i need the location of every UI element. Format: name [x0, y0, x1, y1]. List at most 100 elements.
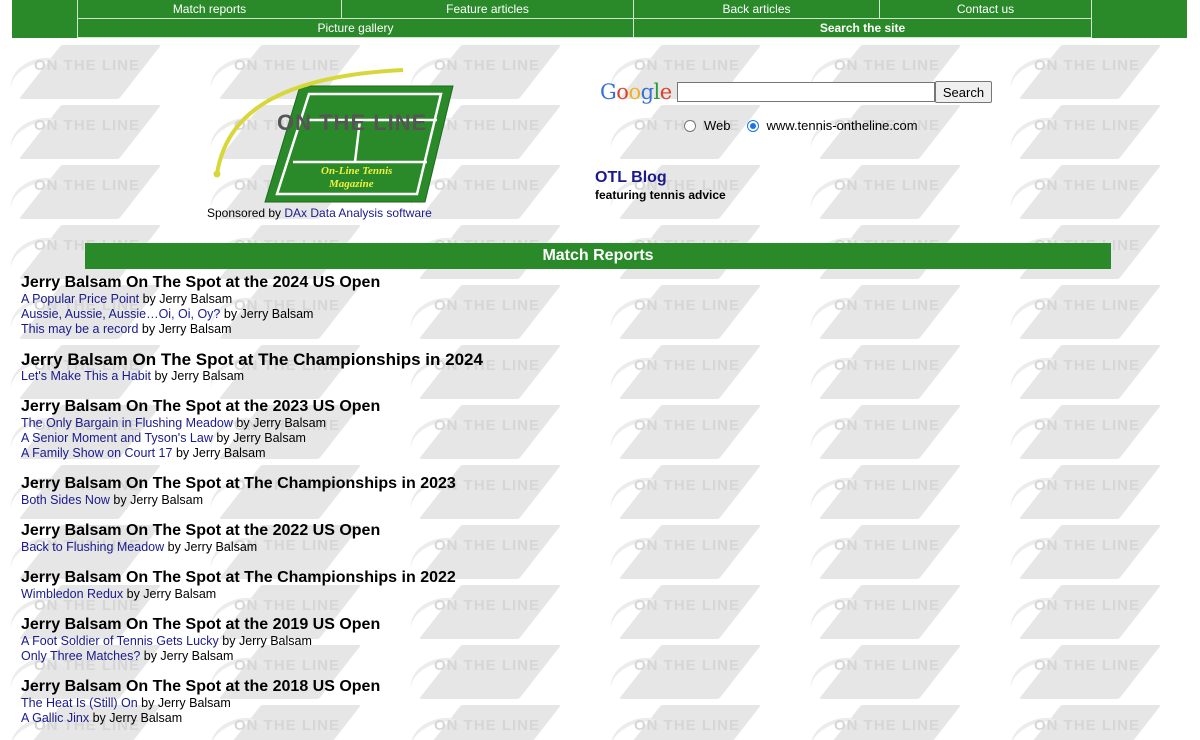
sponsor-line: Sponsored by DAx Data Analysis software — [207, 206, 432, 220]
article-link[interactable]: The Only Bargain in Flushing Meadow — [21, 416, 233, 430]
article-author: by Jerry Balsam — [138, 322, 232, 336]
watermark-logo: ON THE LINE — [800, 703, 962, 740]
article-link[interactable]: A Senior Moment and Tyson's Law — [21, 431, 213, 445]
watermark-logo: ON THE LINE — [0, 163, 162, 232]
article-link[interactable]: A Family Show on Court 17 — [21, 446, 172, 460]
article-author: by Jerry Balsam — [109, 493, 204, 507]
search-button[interactable]: Search — [935, 81, 992, 103]
article-item: Aussie, Aussie, Aussie…Oi, Oi, Oy? by Je… — [21, 307, 721, 322]
watermark-logo: ON THE LINE — [1000, 283, 1162, 352]
article-link[interactable]: Wimbledon Redux — [21, 587, 123, 601]
article-item: A Popular Price Point by Jerry Balsam — [21, 292, 721, 307]
article-link[interactable]: A Popular Price Point — [21, 292, 139, 306]
watermark-logo: ON THE LINE — [1000, 103, 1162, 172]
watermark-logo: ON THE LINE — [800, 463, 962, 532]
search-input[interactable] — [677, 82, 935, 102]
watermark-logo: ON THE LINE — [1000, 523, 1162, 592]
report-group: Jerry Balsam On The Spot at the 2022 US … — [21, 521, 721, 555]
article-item: Only Three Matches? by Jerry Balsam — [21, 649, 721, 664]
match-reports-list: Jerry Balsam On The Spot at the 2024 US … — [21, 273, 721, 739]
radio-web-label: Web — [704, 118, 731, 133]
otl-blog-subtitle: featuring tennis advice — [595, 188, 726, 202]
report-group: Jerry Balsam On The Spot at the 2023 US … — [21, 397, 721, 461]
report-group-title: Jerry Balsam On The Spot at the 2023 US … — [21, 398, 381, 415]
watermark-logo: ON THE LINE — [1000, 403, 1162, 472]
article-author: by Jerry Balsam — [232, 416, 327, 430]
article-author: by Jerry Balsam — [212, 431, 306, 445]
article-author: by Jerry Balsam — [164, 540, 258, 554]
report-group: Jerry Balsam On The Spot at the 2024 US … — [21, 273, 721, 337]
nav-match-reports[interactable]: Match reports — [77, 0, 341, 18]
logo-subtitle-1: On-Line Tennis — [321, 165, 392, 177]
nav-picture-gallery[interactable]: Picture gallery — [77, 19, 633, 37]
top-nav: Match reports Feature articles Back arti… — [12, 0, 1187, 38]
watermark-logo: ON THE LINE — [1000, 703, 1162, 740]
logo-title: ON THE LINE — [277, 110, 427, 135]
logo-ball — [213, 170, 221, 178]
watermark-logo: ON THE LINE — [0, 43, 162, 112]
article-item: This may be a record by Jerry Balsam — [21, 322, 721, 337]
article-item: Back to Flushing Meadow by Jerry Balsam — [21, 540, 721, 555]
report-group-title: Jerry Balsam On The Spot at the 2018 US … — [21, 678, 381, 695]
article-link[interactable]: Back to Flushing Meadow — [21, 540, 164, 554]
article-author: by Jerry Balsam — [139, 292, 233, 306]
article-link[interactable]: Aussie, Aussie, Aussie…Oi, Oi, Oy? — [21, 307, 220, 321]
report-group-title: Jerry Balsam On The Spot at The Champion… — [21, 475, 456, 492]
site-logo[interactable]: ON THE LINE On-Line Tennis Magazine — [205, 62, 505, 212]
report-group: Jerry Balsam On The Spot at The Champion… — [21, 568, 721, 602]
watermark-logo: ON THE LINE — [800, 343, 962, 412]
article-link[interactable]: Let's Make This a Habit — [21, 369, 151, 383]
watermark-logo: ON THE LINE — [1000, 643, 1162, 712]
watermark-logo: ON THE LINE — [0, 103, 162, 172]
nav-feature-articles[interactable]: Feature articles — [341, 0, 633, 18]
google-logo: GoogleGoogle — [600, 80, 672, 104]
nav-contact-us[interactable]: Contact us — [879, 0, 1092, 18]
article-link[interactable]: Both Sides Now — [21, 493, 110, 507]
report-group: Jerry Balsam On The Spot at The Champion… — [21, 350, 721, 384]
report-group: Jerry Balsam On The Spot at The Champion… — [21, 474, 721, 508]
article-item: A Gallic Jinx by Jerry Balsam — [21, 711, 721, 726]
article-author: by Jerry Balsam — [89, 711, 183, 725]
section-title: Match Reports — [85, 243, 1111, 269]
article-item: A Senior Moment and Tyson's Law by Jerry… — [21, 431, 721, 446]
article-author: by Jerry Balsam — [218, 634, 312, 648]
article-item: A Family Show on Court 17 by Jerry Balsa… — [21, 446, 721, 461]
watermark-logo: ON THE LINE — [800, 583, 962, 652]
radio-site-label: www.tennis-ontheline.com — [766, 118, 918, 133]
search-scope: Web www.tennis-ontheline.com — [684, 118, 918, 133]
nav-search-the-site[interactable]: Search the site — [633, 19, 1092, 37]
report-group: Jerry Balsam On The Spot at the 2019 US … — [21, 615, 721, 664]
article-item: Wimbledon Redux by Jerry Balsam — [21, 587, 721, 602]
article-author: by Jerry Balsam — [172, 446, 266, 460]
article-item: The Only Bargain in Flushing Meadow by J… — [21, 416, 721, 431]
article-link[interactable]: Only Three Matches? — [21, 649, 140, 663]
article-item: Let's Make This a Habit by Jerry Balsam — [21, 369, 721, 384]
article-item: Both Sides Now by Jerry Balsam — [21, 493, 721, 508]
radio-web[interactable] — [684, 119, 696, 132]
nav-back-articles[interactable]: Back articles — [633, 0, 879, 18]
article-link[interactable]: A Gallic Jinx — [21, 711, 89, 725]
article-link[interactable]: A Foot Soldier of Tennis Gets Lucky — [21, 634, 219, 648]
watermark-logo: ON THE LINE — [1000, 163, 1162, 232]
otl-blog-link[interactable]: OTL Blog — [595, 169, 667, 187]
watermark-logo: ON THE LINE — [1000, 583, 1162, 652]
watermark-logo: ON THE LINE — [800, 163, 962, 232]
report-group-title: Jerry Balsam On The Spot at the 2019 US … — [21, 616, 381, 633]
article-link[interactable]: The Heat Is (Still) On — [21, 696, 138, 710]
report-group: Jerry Balsam On The Spot at the 2018 US … — [21, 677, 721, 726]
watermark-logo: ON THE LINE — [1000, 43, 1162, 112]
article-author: by Jerry Balsam — [220, 307, 314, 321]
report-group-title: Jerry Balsam On The Spot at the 2024 US … — [21, 274, 381, 291]
article-author: by Jerry Balsam — [123, 587, 217, 601]
watermark-logo: ON THE LINE — [1000, 463, 1162, 532]
article-item: The Heat Is (Still) On by Jerry Balsam — [21, 696, 721, 711]
watermark-logo: ON THE LINE — [1000, 343, 1162, 412]
sponsor-prefix: Sponsored by — [207, 206, 285, 220]
watermark-logo: ON THE LINE — [800, 403, 962, 472]
watermark-logo: ON THE LINE — [800, 283, 962, 352]
article-item: A Foot Soldier of Tennis Gets Lucky by J… — [21, 634, 721, 649]
sponsor-link[interactable]: DAx Data Analysis software — [284, 206, 431, 220]
article-link[interactable]: This may be a record — [21, 322, 138, 336]
article-author: by Jerry Balsam — [151, 369, 245, 383]
radio-site[interactable] — [746, 119, 759, 132]
